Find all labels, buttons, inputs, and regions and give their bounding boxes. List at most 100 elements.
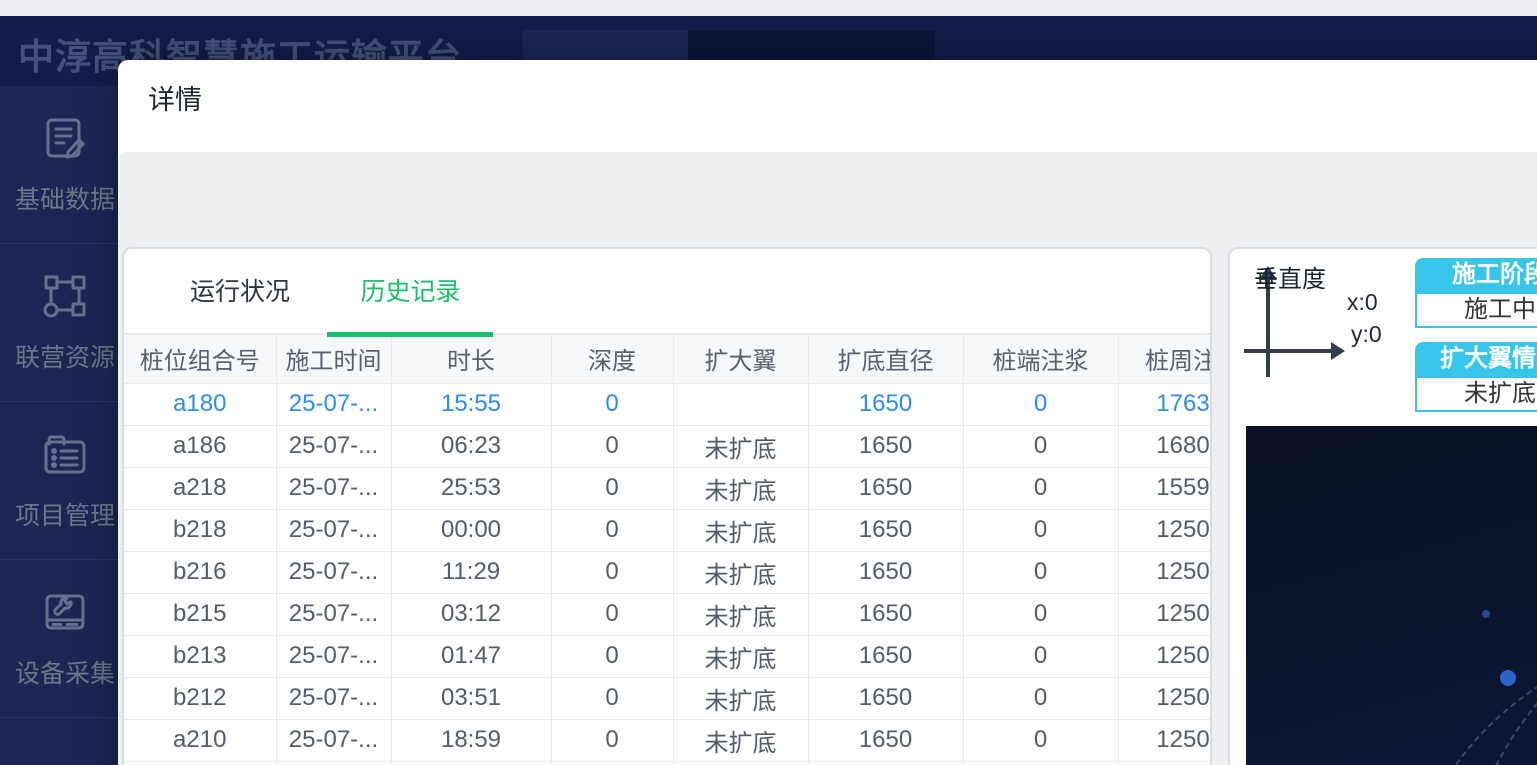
table-cell: 0	[551, 467, 674, 510]
table-cell: 0	[963, 761, 1119, 765]
table-cell: 未扩底	[673, 593, 809, 636]
table-cell: 未扩底	[673, 761, 809, 765]
page: 中淳高科智慧施工运输平台 首页 项目设备看板✕ 基础数据 联营资源 项目管理	[0, 0, 1537, 765]
network-nodes-icon	[41, 272, 89, 325]
sidebar: 基础数据 联营资源 项目管理 设备采集	[0, 86, 130, 765]
table-cell: 0	[551, 509, 674, 552]
table-cell: 1650	[808, 551, 964, 594]
table-cell: 0	[963, 677, 1119, 720]
verticality-label: 垂直度	[1254, 266, 1326, 293]
history-table: 桩位组合号施工时间时长深度扩大翼扩底直径桩端注浆桩周注浆 a18025-07-.…	[124, 335, 1210, 765]
table-cell: b213	[124, 635, 277, 678]
table-cell: 0	[551, 761, 674, 765]
horizontal-axis-arrow-icon	[1244, 342, 1345, 360]
table-row[interactable]: b21625-07-...11:290未扩底165001250.6	[124, 551, 1210, 594]
table-row[interactable]: a21025-07-...18:590未扩底165001250.6	[124, 719, 1210, 762]
details-modal: 详情 运行状况 历史记录 桩位组合号施工时间时长深度扩大翼扩底直径桩端注浆桩周注…	[118, 60, 1537, 765]
verticality-x-value: x:0	[1347, 289, 1378, 315]
table-cell: 25-07-...	[276, 593, 392, 636]
tab-history-records[interactable]: 历史记录	[327, 249, 494, 337]
table-cell: 25-07-...	[276, 509, 392, 552]
modal-body: 运行状况 历史记录 桩位组合号施工时间时长深度扩大翼扩底直径桩端注浆桩周注浆 a…	[118, 152, 1537, 765]
column-header[interactable]: 桩端注浆	[963, 335, 1119, 384]
table-row[interactable]: b21225-07-...03:510未扩底165001250.6	[124, 677, 1210, 720]
table-cell: 03:45	[391, 761, 552, 765]
table-cell: 0	[551, 677, 674, 720]
table-row[interactable]: b21825-07-...00:000未扩底165001250.6	[124, 509, 1210, 552]
column-header[interactable]: 时长	[391, 335, 552, 384]
table-cell: 06:23	[391, 425, 552, 468]
table-cell: a180	[124, 383, 277, 426]
table-cell: 1650	[808, 383, 964, 426]
sidebar-item-joint-resources[interactable]: 联营资源	[0, 244, 130, 402]
table-row[interactable]: a21825-07-...25:530未扩底165001559.3	[124, 467, 1210, 510]
table-cell: 25-07-...	[276, 467, 392, 510]
sidebar-item-device-collection[interactable]: 设备采集	[0, 560, 130, 718]
sidebar-item-label: 设备采集	[14, 659, 115, 688]
table-cell: a209	[124, 761, 277, 765]
badge-title: 扩大翼情况	[1415, 342, 1537, 376]
project-list-icon	[41, 430, 89, 483]
sidebar-item-basic-data[interactable]: 基础数据	[0, 86, 130, 244]
enlarged-wing-badge: 扩大翼情况 未扩底	[1415, 342, 1537, 412]
decorative-dot	[1500, 670, 1516, 686]
table-cell: 01:47	[391, 635, 552, 678]
table-cell: 0	[963, 719, 1119, 762]
table-row[interactable]: b21525-07-...03:120未扩底165001250.6	[124, 593, 1210, 636]
table-cell: b215	[124, 593, 277, 636]
status-panel: 垂直度 x:0 y:0 施工阶段 施工中 扩大翼情况 未扩底	[1228, 247, 1537, 765]
table-cell: 1250.6	[1118, 509, 1210, 552]
column-header[interactable]: 施工时间	[276, 335, 392, 384]
table-cell: b216	[124, 551, 277, 594]
table-row[interactable]: a20925-07-...03:450未扩底165001184.4	[124, 761, 1210, 765]
table-cell: 1250.6	[1118, 551, 1210, 594]
table-cell: a186	[124, 425, 277, 468]
table-cell: 25-07-...	[276, 677, 392, 720]
verticality-y-value: y:0	[1351, 321, 1382, 347]
table-cell: a218	[124, 467, 277, 510]
sidebar-item-label: 联营资源	[14, 343, 115, 372]
table-cell: 25-07-...	[276, 551, 392, 594]
table-row[interactable]: b21325-07-...01:470未扩底165001250.6	[124, 635, 1210, 678]
sidebar-item-label: 项目管理	[14, 501, 115, 530]
table-cell: 0	[963, 383, 1119, 426]
table-cell: a210	[124, 719, 277, 762]
table-cell: 0	[963, 551, 1119, 594]
table-header-row: 桩位组合号施工时间时长深度扩大翼扩底直径桩端注浆桩周注浆	[124, 335, 1210, 384]
table-cell: 25-07-...	[276, 635, 392, 678]
table-cell: 0	[963, 425, 1119, 468]
table-cell	[673, 383, 809, 426]
detail-tabs: 运行状况 历史记录	[124, 249, 1210, 337]
history-card: 运行状况 历史记录 桩位组合号施工时间时长深度扩大翼扩底直径桩端注浆桩周注浆 a…	[122, 247, 1212, 765]
column-header[interactable]: 桩位组合号	[124, 335, 277, 384]
table-cell: 1559.3	[1118, 467, 1210, 510]
table-cell: 0	[551, 425, 674, 468]
badge-value: 施工中	[1415, 292, 1537, 328]
column-header[interactable]: 深度	[551, 335, 674, 384]
table-cell: 03:12	[391, 593, 552, 636]
column-header[interactable]: 扩大翼	[673, 335, 809, 384]
table-cell: 25-07-...	[276, 383, 392, 426]
column-header[interactable]: 扩底直径	[808, 335, 964, 384]
table-cell: 0	[963, 635, 1119, 678]
table-cell: b218	[124, 509, 277, 552]
table-cell: 15:55	[391, 383, 552, 426]
table-row[interactable]: a18625-07-...06:230未扩底165001680.6	[124, 425, 1210, 468]
tab-running-status[interactable]: 运行状况	[157, 249, 323, 335]
sidebar-item-project-management[interactable]: 项目管理	[0, 402, 130, 560]
table-cell: 0	[551, 551, 674, 594]
table-cell: 0	[551, 593, 674, 636]
table-cell: 18:59	[391, 719, 552, 762]
table-cell: 未扩底	[673, 509, 809, 552]
table-cell: 25-07-...	[276, 719, 392, 762]
table-cell: 0	[551, 719, 674, 762]
table-row[interactable]: a18025-07-...15:550165001763.3	[124, 383, 1210, 426]
badge-title: 施工阶段	[1415, 258, 1537, 292]
table-cell: 1650	[808, 761, 964, 765]
table-cell: 1650	[808, 677, 964, 720]
sidebar-item-label: 基础数据	[14, 185, 115, 214]
device-wrench-icon	[41, 588, 89, 641]
table-cell: 未扩底	[673, 551, 809, 594]
table-cell: 1250.6	[1118, 593, 1210, 636]
column-header[interactable]: 桩周注浆	[1118, 335, 1210, 384]
